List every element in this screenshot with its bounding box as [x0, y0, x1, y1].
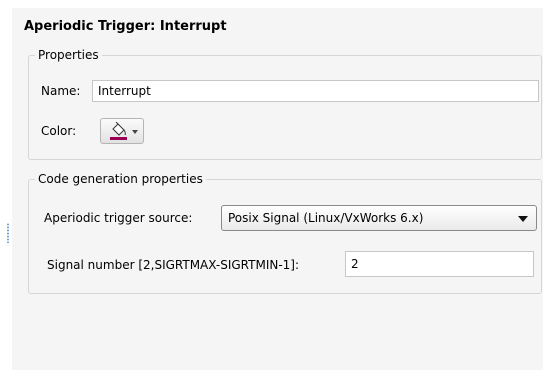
paint-bucket-icon	[112, 122, 126, 136]
name-field[interactable]: Interrupt	[92, 80, 539, 102]
signal-number-field[interactable]: 2	[345, 251, 534, 277]
color-label: Color:	[41, 124, 77, 138]
properties-legend: Properties	[38, 48, 99, 62]
dropdown-arrow-icon	[518, 216, 528, 222]
color-swatch	[110, 137, 127, 140]
code-generation-legend: Code generation properties	[38, 172, 203, 186]
name-label: Name:	[41, 84, 81, 98]
signal-number-label: Signal number [2,SIGRTMAX-SIGRTMIN-1]:	[47, 258, 300, 272]
trigger-source-select[interactable]: Posix Signal (Linux/VxWorks 6.x)	[221, 205, 537, 231]
color-picker-button[interactable]	[100, 118, 144, 144]
trigger-source-value: Posix Signal (Linux/VxWorks 6.x)	[228, 211, 424, 225]
splitter-handle[interactable]	[7, 223, 9, 243]
trigger-source-label: Aperiodic trigger source:	[44, 211, 193, 225]
panel-title: Aperiodic Trigger: Interrupt	[24, 19, 227, 34]
dropdown-caret-icon	[132, 130, 138, 134]
